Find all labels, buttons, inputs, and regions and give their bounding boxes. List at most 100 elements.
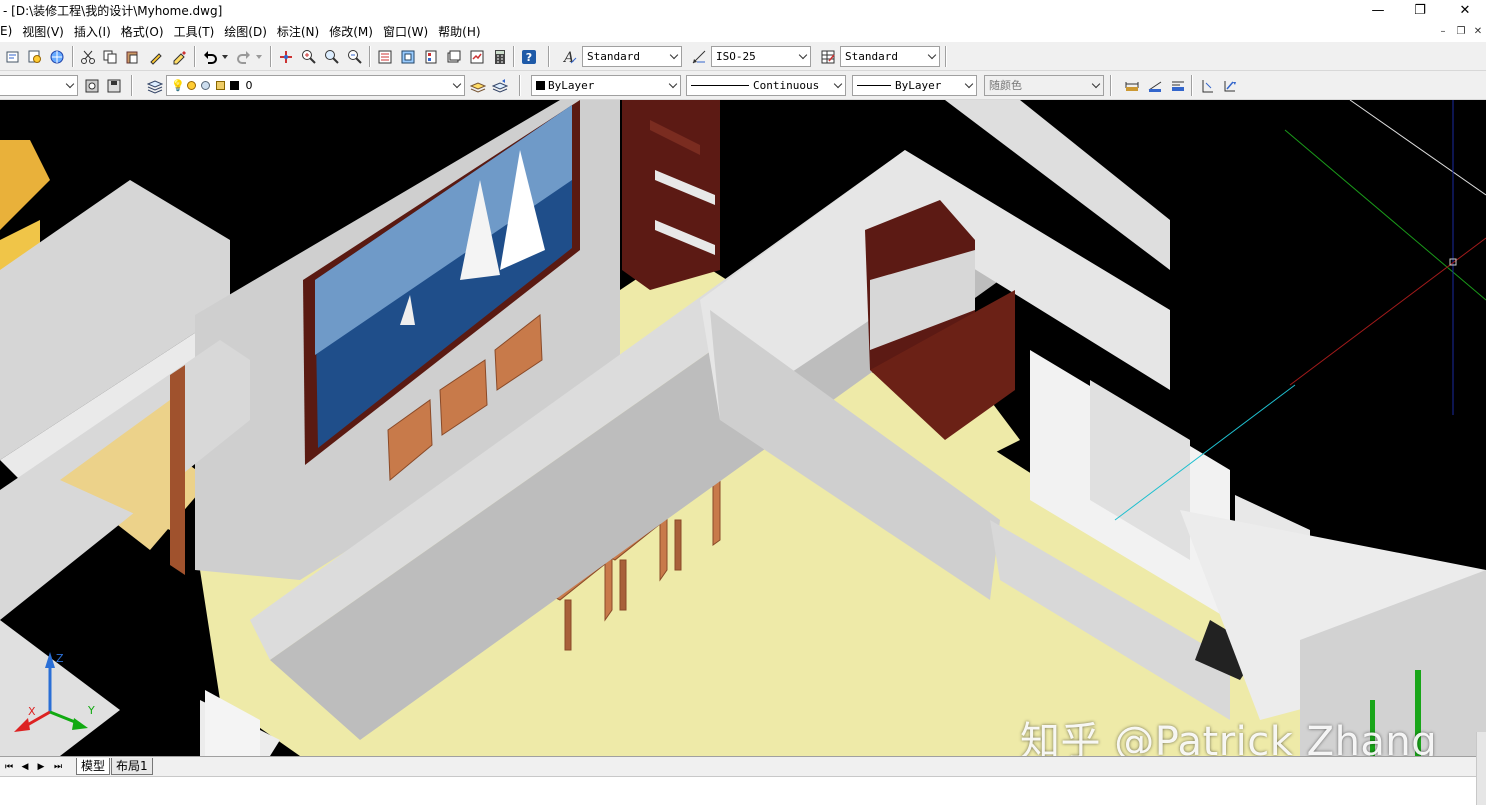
table-style-select[interactable]: Standard	[840, 46, 940, 67]
table-style-icon[interactable]	[818, 47, 837, 66]
layer-viewport-freeze-icon	[201, 81, 210, 90]
dimension-style-icon[interactable]	[689, 47, 708, 66]
workspace-select[interactable]	[0, 75, 78, 96]
layer-manager-icon[interactable]	[145, 76, 164, 95]
text-style-icon[interactable]: A	[560, 47, 579, 66]
chevron-down-icon	[795, 47, 810, 66]
plot-icon[interactable]	[3, 47, 22, 66]
chevron-down-icon	[924, 47, 939, 66]
svg-text:?: ?	[525, 51, 531, 64]
design-center-icon[interactable]	[398, 47, 417, 66]
svg-text:A: A	[562, 50, 574, 65]
linetype-select[interactable]: Continuous	[686, 75, 846, 96]
workspace-settings-icon[interactable]	[82, 76, 101, 95]
chevron-down-icon	[1088, 76, 1103, 95]
current-layer-value: 0	[245, 79, 253, 92]
redo-icon[interactable]	[234, 47, 253, 66]
menu-edit[interactable]: E)	[0, 24, 17, 38]
properties-icon[interactable]	[375, 47, 394, 66]
next-tab-button[interactable]: ▶	[34, 760, 48, 774]
pan-realtime-icon[interactable]	[276, 47, 295, 66]
command-line-area[interactable]	[0, 776, 1486, 805]
color-select[interactable]: ByLayer	[531, 75, 681, 96]
menu-format[interactable]: 格式(O)	[116, 23, 169, 40]
layout-tabs-bar: ⏮ ◀ ▶ ⏭ 模型 布局1	[0, 756, 1486, 776]
ucs-y-label: Y	[88, 704, 95, 717]
quickcalc-icon[interactable]	[490, 47, 509, 66]
document-restore-button[interactable]: ❐	[1453, 25, 1469, 39]
undo-dropdown-icon[interactable]	[220, 47, 230, 66]
zoom-window-icon[interactable]	[322, 47, 341, 66]
color-value: ByLayer	[548, 79, 595, 92]
cut-icon[interactable]	[78, 47, 97, 66]
window-title: - [D:\装修工程\我的设计\Myhome.dwg]	[3, 3, 223, 18]
close-button[interactable]: ✕	[1442, 0, 1486, 20]
previous-tab-button[interactable]: ◀	[18, 760, 32, 774]
chevron-down-icon	[666, 47, 681, 66]
layers-properties-toolbar: 💡 0 ByLayer Continuous ByLayer 随颜色	[0, 71, 1486, 100]
undo-icon[interactable]	[200, 47, 219, 66]
quick-dimension-icon[interactable]	[1220, 76, 1239, 95]
chevron-down-icon	[961, 76, 976, 95]
isometric-floor-plan-render	[0, 100, 1486, 756]
layer-color-swatch	[230, 81, 239, 90]
zoom-realtime-icon[interactable]	[299, 47, 318, 66]
lineweight-select[interactable]: ByLayer	[852, 75, 977, 96]
zoom-previous-icon[interactable]	[345, 47, 364, 66]
dimension-style-value: ISO-25	[716, 50, 756, 63]
restore-button[interactable]: ❐	[1397, 0, 1443, 20]
redo-dropdown-icon[interactable]	[254, 47, 264, 66]
plot-preview-icon[interactable]	[25, 47, 44, 66]
plot-style-value: 随颜色	[989, 79, 1022, 92]
autocad-window: - [D:\装修工程\我的设计\Myhome.dwg] — ❐ ✕ E) 视图(…	[0, 0, 1486, 805]
linetype-preview	[691, 85, 749, 86]
watermark-text: 知乎 @Patrick Zhang	[1020, 719, 1438, 756]
tab-layout1[interactable]: 布局1	[111, 758, 153, 775]
lineweight-value: ByLayer	[895, 79, 942, 92]
menu-insert[interactable]: 插入(I)	[69, 23, 116, 40]
block-editor-icon[interactable]	[170, 47, 189, 66]
layer-select[interactable]: 💡 0	[166, 75, 465, 96]
document-close-button[interactable]: ✕	[1470, 25, 1486, 39]
standard-toolbar: ? A Standard ISO-25 Standard	[0, 42, 1486, 71]
workspace-save-icon[interactable]	[104, 76, 123, 95]
menu-modify[interactable]: 修改(M)	[324, 23, 378, 40]
title-bar: - [D:\装修工程\我的设计\Myhome.dwg] — ❐ ✕	[0, 0, 1486, 20]
dimension-style-select[interactable]: ISO-25	[711, 46, 811, 67]
sheet-set-manager-icon[interactable]	[444, 47, 463, 66]
markup-set-manager-icon[interactable]	[467, 47, 486, 66]
menu-draw[interactable]: 绘图(D)	[219, 23, 272, 40]
layer-previous-icon[interactable]	[490, 76, 509, 95]
publish-icon[interactable]	[47, 47, 66, 66]
menu-dimension[interactable]: 标注(N)	[272, 23, 324, 40]
document-minimize-button[interactable]: –	[1435, 25, 1451, 39]
tab-model[interactable]: 模型	[76, 758, 111, 775]
make-object-layer-current-icon[interactable]	[468, 76, 487, 95]
paste-icon[interactable]	[122, 47, 141, 66]
menu-view[interactable]: 视图(V)	[17, 23, 69, 40]
first-tab-button[interactable]: ⏮	[2, 760, 16, 774]
drawing-viewport[interactable]: Z X Y 知乎 @Patrick Zhang	[0, 100, 1486, 756]
plot-style-select: 随颜色	[984, 75, 1104, 96]
ucs-z-label: Z	[56, 652, 64, 665]
vertical-scrollbar[interactable]	[1476, 732, 1486, 805]
linear-dimension-icon[interactable]	[1122, 76, 1141, 95]
aligned-dimension-icon[interactable]	[1145, 76, 1164, 95]
tool-palettes-icon[interactable]	[421, 47, 440, 66]
chevron-down-icon	[830, 76, 845, 95]
minimize-button[interactable]: —	[1355, 0, 1401, 20]
help-icon[interactable]: ?	[519, 47, 538, 66]
layer-on-icon: 💡	[171, 79, 185, 92]
menu-help[interactable]: 帮助(H)	[433, 23, 485, 40]
copy-icon[interactable]	[100, 47, 119, 66]
last-tab-button[interactable]: ⏭	[51, 760, 65, 774]
menu-window[interactable]: 窗口(W)	[378, 23, 433, 40]
baseline-dimension-icon[interactable]	[1168, 76, 1187, 95]
menu-tools[interactable]: 工具(T)	[169, 23, 220, 40]
menu-bar: E) 视图(V) 插入(I) 格式(O) 工具(T) 绘图(D) 标注(N) 修…	[0, 20, 1486, 42]
text-style-value: Standard	[587, 50, 640, 63]
ordinate-dimension-icon[interactable]	[1197, 76, 1216, 95]
ucs-x-label: X	[28, 705, 36, 718]
text-style-select[interactable]: Standard	[582, 46, 682, 67]
match-properties-icon[interactable]	[146, 47, 165, 66]
